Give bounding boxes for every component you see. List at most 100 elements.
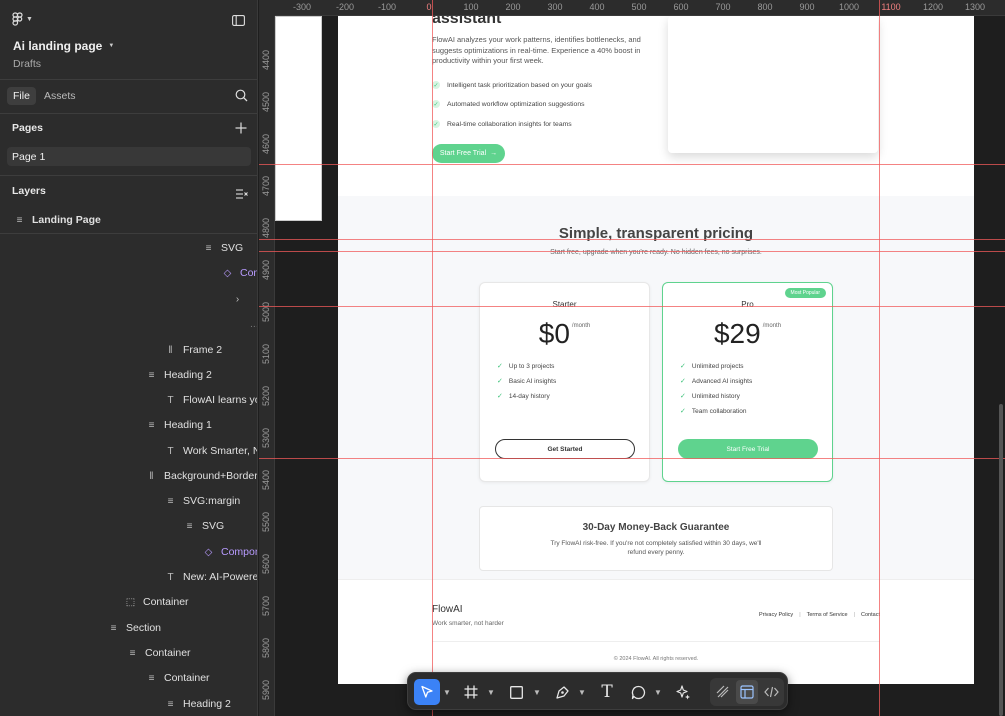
file-name[interactable]: Ai landing page ▼ <box>13 39 114 53</box>
rectangle-tool-button[interactable] <box>505 679 527 705</box>
plan-feature-text: Advanced AI insights <box>691 377 753 385</box>
tab-file[interactable]: File <box>7 87 36 105</box>
comment-tool-button[interactable] <box>627 679 649 705</box>
layer-item[interactable]: ◇ Com <box>222 263 257 283</box>
plan-feature-text: Team collaboration <box>691 407 747 415</box>
ruler-tick-label: -100 <box>377 2 397 12</box>
check-icon: ✓ <box>680 378 686 385</box>
ruler-tick-label: 5600 <box>261 553 271 574</box>
dev-mode-button[interactable] <box>760 680 782 704</box>
ruler-tick-label: 5900 <box>261 679 271 700</box>
dashboard-preview-card <box>668 16 878 153</box>
start-free-trial-button[interactable]: Start Free Trial → <box>432 144 505 163</box>
layer-item[interactable]: ≡ Heading 2 <box>165 694 231 714</box>
layer-item[interactable]: ‖ Frame 2 <box>165 340 222 360</box>
add-page-button[interactable] <box>235 121 247 139</box>
figma-menu-button[interactable]: ▼ <box>12 12 33 26</box>
chevron-down-icon: ▼ <box>578 687 586 697</box>
page-item-label: Page 1 <box>12 150 46 163</box>
plan-price: $0/month <box>480 318 649 350</box>
guide-horizontal[interactable] <box>259 239 1005 240</box>
layer-item[interactable]: ... <box>232 314 258 334</box>
layer-item[interactable]: ≡ SVG <box>203 238 244 258</box>
guide-horizontal[interactable] <box>259 306 1005 307</box>
most-popular-badge: Most Popular <box>784 288 826 298</box>
layer-label: ... <box>250 318 258 330</box>
toggle-sidebar-button[interactable] <box>232 13 245 31</box>
rectangle-tool-menu[interactable]: ▼ <box>532 679 542 705</box>
ruler-corner <box>259 0 275 16</box>
pen-tool-menu[interactable]: ▼ <box>577 679 587 705</box>
guide-horizontal[interactable] <box>259 164 1005 165</box>
feature-item: ✓ Intelligent task prioritization based o… <box>432 81 592 89</box>
price-amount: $29 <box>713 318 761 349</box>
layer-item[interactable]: ≡ Heading 2 <box>146 365 212 385</box>
layer-item[interactable]: T New: AI-Powered <box>165 567 257 587</box>
layer-label: Compone <box>221 546 257 558</box>
canvas[interactable]: -300 -200 -100 0 100 200 300 400 500 600 700 800 900… <box>259 0 1005 716</box>
guide-vertical[interactable] <box>432 0 433 716</box>
vertical-scrollbar[interactable] <box>999 404 1003 716</box>
file-location[interactable]: Drafts <box>13 58 41 70</box>
layer-item[interactable]: ≡ Heading 1 <box>146 415 212 435</box>
layer-item[interactable]: ≡ SVG:margin <box>165 491 241 511</box>
layer-item[interactable]: ≡ SVG <box>184 516 225 536</box>
chevron-down-icon: ▼ <box>443 687 451 697</box>
layer-item[interactable]: T FlowAI learns you <box>165 390 257 410</box>
check-icon: ✓ <box>497 363 503 370</box>
guide-horizontal[interactable] <box>259 251 1005 252</box>
text-tool-button[interactable]: T <box>596 679 618 705</box>
text-icon: T <box>601 682 613 702</box>
price-amount: $0 <box>538 318 570 349</box>
layer-label: Heading 2 <box>183 698 231 710</box>
feature-item: ✓ Automated workflow optimization suggest… <box>432 100 585 108</box>
ruler-tick-label: 800 <box>757 2 773 12</box>
get-started-button[interactable]: Get Started <box>495 439 635 459</box>
chevron-down-icon: ▼ <box>654 687 662 697</box>
move-tool-menu[interactable]: ▼ <box>442 679 452 705</box>
layer-item[interactable]: ‖ Background+Border <box>146 466 257 486</box>
plan-feature-text: Basic AI insights <box>508 377 557 385</box>
layer-item[interactable]: ≡ Container <box>146 668 210 688</box>
collapse-layers-button[interactable] <box>236 186 248 204</box>
group-icon: ⬚ <box>125 596 136 608</box>
ruler-tick-label: 900 <box>799 2 815 12</box>
chevron-down-icon: ▼ <box>108 43 115 49</box>
privacy-policy-link[interactable]: Privacy Policy <box>759 612 793 618</box>
ruler-tick-label: 4600 <box>261 133 271 154</box>
layer-item[interactable]: ≡ Section <box>108 618 161 638</box>
side-artboard[interactable] <box>275 16 322 221</box>
pen-tool-button[interactable] <box>551 679 573 705</box>
plan-feature-text: Unlimited projects <box>691 362 744 370</box>
search-button[interactable] <box>235 89 248 107</box>
draw-mode-button[interactable] <box>712 680 734 704</box>
layer-label: Work Smarter, No <box>183 445 258 457</box>
contact-link[interactable]: Contact <box>861 612 880 618</box>
design-mode-button[interactable] <box>736 680 758 704</box>
layer-root[interactable]: ≡ Landing Page <box>14 210 101 230</box>
ruler-tick-label: 4800 <box>261 217 271 238</box>
layer-item[interactable]: ⬚ Container <box>125 592 189 612</box>
layer-item[interactable]: ◇ Compone <box>203 542 257 562</box>
terms-of-service-link[interactable]: Terms of Service <box>807 612 848 618</box>
frame-icon <box>464 685 478 699</box>
actions-button[interactable] <box>672 679 694 705</box>
layer-item[interactable]: › <box>232 289 250 309</box>
tab-assets[interactable]: Assets <box>44 87 76 105</box>
horizontal-ruler: -300 -200 -100 0 100 200 300 400 500 600 700 800 900… <box>275 0 1005 16</box>
page-item[interactable]: Page 1 <box>7 147 251 166</box>
guide-vertical[interactable] <box>879 0 880 716</box>
comment-tool-menu[interactable]: ▼ <box>653 679 663 705</box>
divider <box>0 175 257 176</box>
start-free-trial-pro-button[interactable]: Start Free Trial <box>678 439 818 459</box>
move-tool-button[interactable] <box>414 679 440 705</box>
guide-horizontal[interactable] <box>259 458 1005 459</box>
layer-item[interactable]: ≡ Container <box>127 643 191 663</box>
frame-list-icon: ≡ <box>16 214 23 226</box>
layer-item[interactable]: T Work Smarter, No <box>165 441 258 461</box>
plan-feature: ✓ Unlimited projects <box>680 362 744 371</box>
list-collapse-icon <box>236 189 248 199</box>
feature-text: Real-time collaboration insights for tea… <box>447 120 572 128</box>
frame-tool-menu[interactable]: ▼ <box>486 679 496 705</box>
frame-tool-button[interactable] <box>460 679 482 705</box>
